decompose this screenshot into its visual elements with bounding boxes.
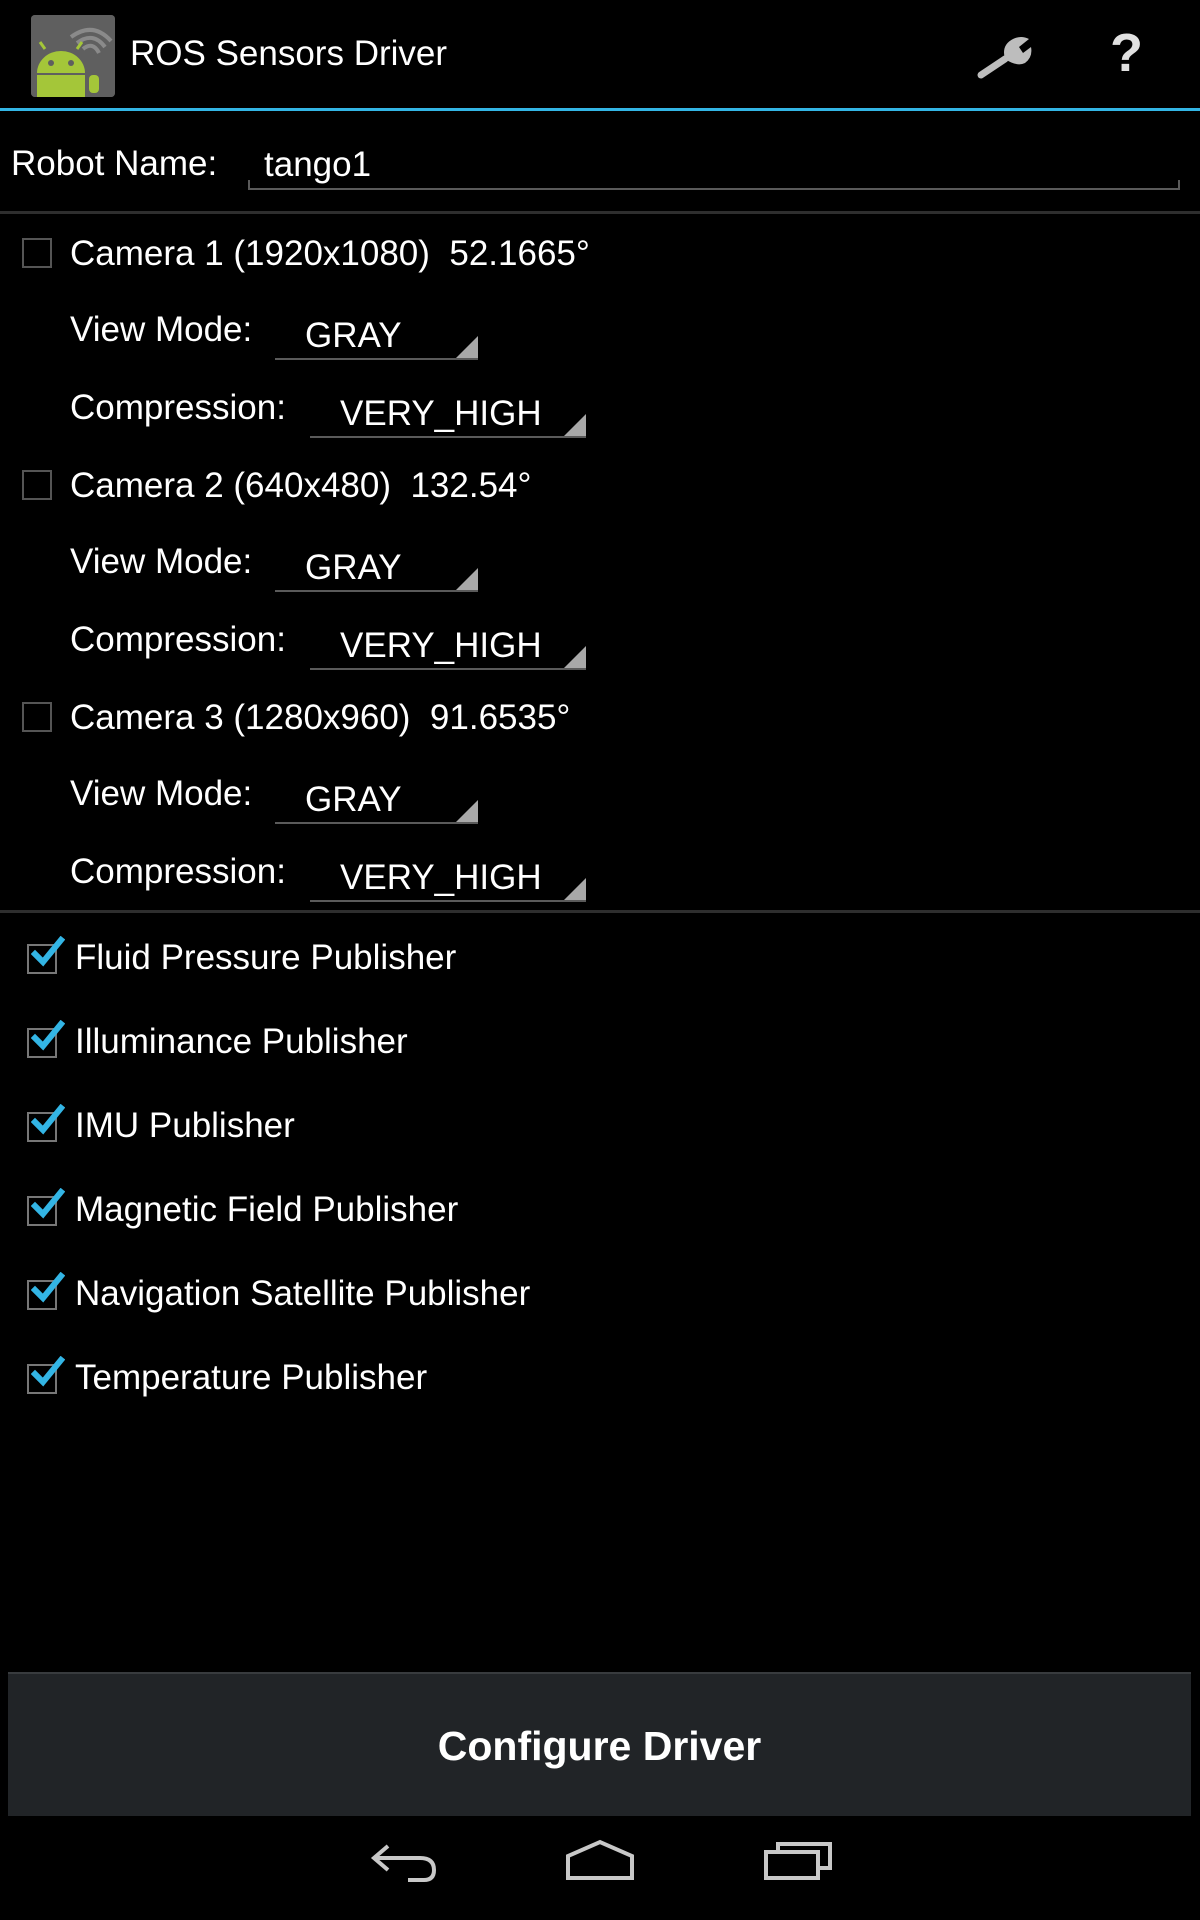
- android-app-icon: [31, 15, 115, 97]
- section-divider: [0, 211, 1200, 214]
- action-bar-divider: [0, 108, 1200, 111]
- dropdown-arrow-icon: [456, 568, 478, 590]
- camera-1-compression-label: Compression:: [70, 388, 286, 427]
- checkmark-icon: [31, 1104, 65, 1135]
- configure-driver-button[interactable]: Configure Driver: [8, 1672, 1191, 1816]
- illuminance-label: Illuminance Publisher: [75, 1022, 408, 1061]
- camera-3-checkbox[interactable]: [22, 702, 52, 732]
- illuminance-checkbox[interactable]: [27, 1020, 65, 1058]
- action-bar: ROS Sensors Driver ?: [0, 0, 1200, 111]
- camera-2-compression-spinner[interactable]: VERY_HIGH: [310, 620, 586, 670]
- camera-3-compression-spinner[interactable]: VERY_HIGH: [310, 852, 586, 902]
- fluid-pressure-label: Fluid Pressure Publisher: [75, 938, 457, 977]
- checkmark-icon: [31, 1272, 65, 1303]
- navigation-bar: [0, 1816, 1200, 1920]
- camera-3-label: Camera 3 (1280x960) 91.6535°: [70, 698, 571, 737]
- checkmark-icon: [31, 1356, 65, 1387]
- dropdown-arrow-icon: [564, 878, 586, 900]
- camera-1-view-mode-label: View Mode:: [70, 310, 253, 349]
- back-icon[interactable]: [368, 1838, 440, 1886]
- camera-1-compression-value: VERY_HIGH: [340, 394, 542, 433]
- camera-3-view-mode-spinner[interactable]: GRAY: [275, 774, 478, 824]
- camera-2-compression-label: Compression:: [70, 620, 286, 659]
- camera-3-compression-label: Compression:: [70, 852, 286, 891]
- robot-name-label: Robot Name:: [11, 144, 218, 183]
- camera-1-compression-spinner[interactable]: VERY_HIGH: [310, 388, 586, 438]
- camera-2-label: Camera 2 (640x480) 132.54°: [70, 466, 532, 505]
- imu-label: IMU Publisher: [75, 1106, 295, 1145]
- home-icon[interactable]: [562, 1838, 638, 1882]
- camera-3-view-mode-value: GRAY: [305, 780, 402, 819]
- camera-1-view-mode-value: GRAY: [305, 316, 402, 355]
- checkmark-icon: [31, 1020, 65, 1051]
- camera-2-compression-value: VERY_HIGH: [340, 626, 542, 665]
- magnetic-field-checkbox[interactable]: [27, 1188, 65, 1226]
- temperature-checkbox[interactable]: [27, 1356, 65, 1394]
- section-divider: [0, 910, 1200, 913]
- magnetic-field-label: Magnetic Field Publisher: [75, 1190, 459, 1229]
- robot-name-input[interactable]: [248, 140, 1196, 190]
- camera-1-label: Camera 1 (1920x1080) 52.1665°: [70, 234, 590, 273]
- camera-1-view-mode-spinner[interactable]: GRAY: [275, 310, 478, 360]
- dropdown-arrow-icon: [456, 336, 478, 358]
- robot-name-input-underline: [248, 180, 1180, 190]
- app-title: ROS Sensors Driver: [130, 34, 448, 73]
- dropdown-arrow-icon: [564, 414, 586, 436]
- camera-2-view-mode-label: View Mode:: [70, 542, 253, 581]
- camera-2-view-mode-spinner[interactable]: GRAY: [275, 542, 478, 592]
- dropdown-arrow-icon: [564, 646, 586, 668]
- checkmark-icon: [31, 936, 65, 967]
- camera-1-checkbox[interactable]: [22, 238, 52, 268]
- checkmark-icon: [31, 1188, 65, 1219]
- camera-2-checkbox[interactable]: [22, 470, 52, 500]
- camera-3-view-mode-label: View Mode:: [70, 774, 253, 813]
- camera-2-view-mode-value: GRAY: [305, 548, 402, 587]
- help-button[interactable]: ?: [1110, 22, 1143, 84]
- dropdown-arrow-icon: [456, 800, 478, 822]
- wrench-icon[interactable]: [975, 25, 1035, 85]
- navigation-satellite-checkbox[interactable]: [27, 1272, 65, 1310]
- navigation-satellite-label: Navigation Satellite Publisher: [75, 1274, 531, 1313]
- camera-3-compression-value: VERY_HIGH: [340, 858, 542, 897]
- recent-apps-icon[interactable]: [762, 1838, 834, 1882]
- imu-checkbox[interactable]: [27, 1104, 65, 1142]
- fluid-pressure-checkbox[interactable]: [27, 936, 65, 974]
- temperature-label: Temperature Publisher: [75, 1358, 428, 1397]
